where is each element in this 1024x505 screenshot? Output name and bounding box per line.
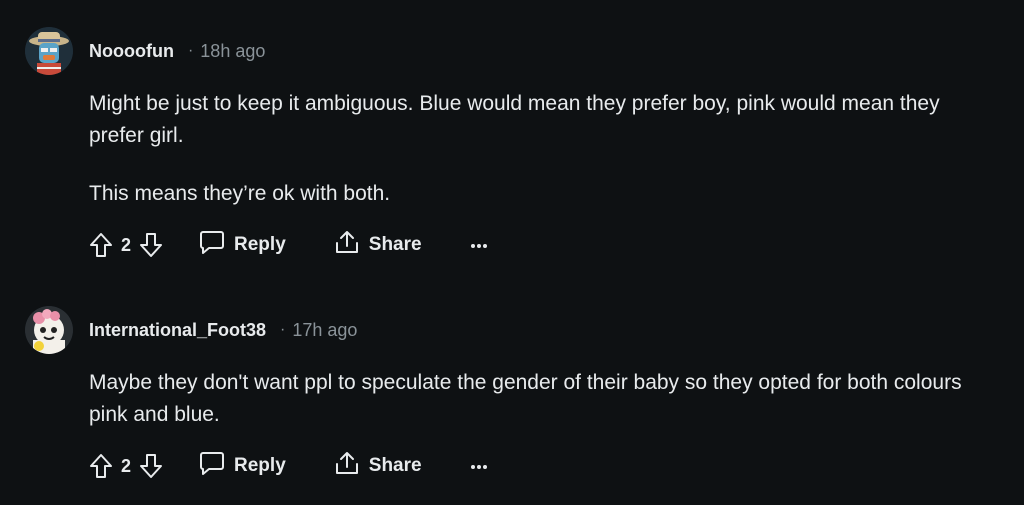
avatar[interactable]: [25, 306, 73, 354]
comment-body: Might be just to keep it ambiguous. Blue…: [89, 88, 989, 210]
share-button[interactable]: Share: [334, 450, 422, 482]
comment-paragraph: This means they’re ok with both.: [89, 182, 391, 205]
avatar-image: [25, 306, 73, 354]
timestamp[interactable]: 17h ago: [292, 320, 357, 341]
meta-separator: ·: [280, 321, 286, 338]
downvote-icon[interactable]: [139, 232, 163, 258]
vote-group: 2: [89, 232, 163, 258]
comment-actions: 2 Reply Share: [89, 450, 488, 482]
reply-button[interactable]: Reply: [199, 451, 286, 481]
vote-group: 2: [89, 453, 163, 479]
comment-body: Maybe they don't want ppl to speculate t…: [89, 367, 989, 431]
more-options-button[interactable]: [470, 236, 488, 254]
comment-paragraph: Maybe they don't want ppl to speculate t…: [89, 371, 962, 426]
comment-paragraph: Might be just to keep it ambiguous. Blue…: [89, 92, 940, 147]
downvote-icon[interactable]: [139, 453, 163, 479]
author-name[interactable]: International_Foot38: [89, 320, 266, 341]
upvote-icon[interactable]: [89, 232, 113, 258]
more-options-button[interactable]: [470, 457, 488, 475]
timestamp[interactable]: 18h ago: [200, 41, 265, 62]
ellipsis-icon: [470, 457, 488, 475]
comment-meta: Noooofun · 18h ago: [89, 39, 265, 63]
reply-label: Reply: [234, 234, 286, 255]
author-name[interactable]: Noooofun: [89, 41, 174, 62]
vote-score: 2: [121, 455, 132, 476]
reply-icon: [199, 230, 225, 260]
share-label: Share: [368, 234, 422, 255]
meta-separator: ·: [187, 42, 194, 59]
reply-icon: [199, 451, 225, 481]
avatar[interactable]: [25, 27, 73, 75]
share-button[interactable]: Share: [334, 229, 422, 261]
reply-button[interactable]: Reply: [199, 230, 286, 260]
ellipsis-icon: [470, 236, 488, 254]
comment-meta: International_Foot38 · 17h ago: [89, 318, 357, 342]
comment-actions: 2 Reply Share: [89, 229, 488, 261]
share-icon: [334, 229, 360, 261]
share-label: Share: [368, 455, 422, 476]
upvote-icon[interactable]: [89, 453, 113, 479]
vote-score: 2: [121, 234, 132, 255]
reply-label: Reply: [234, 455, 286, 476]
share-icon: [334, 450, 360, 482]
avatar-image: [25, 27, 73, 75]
